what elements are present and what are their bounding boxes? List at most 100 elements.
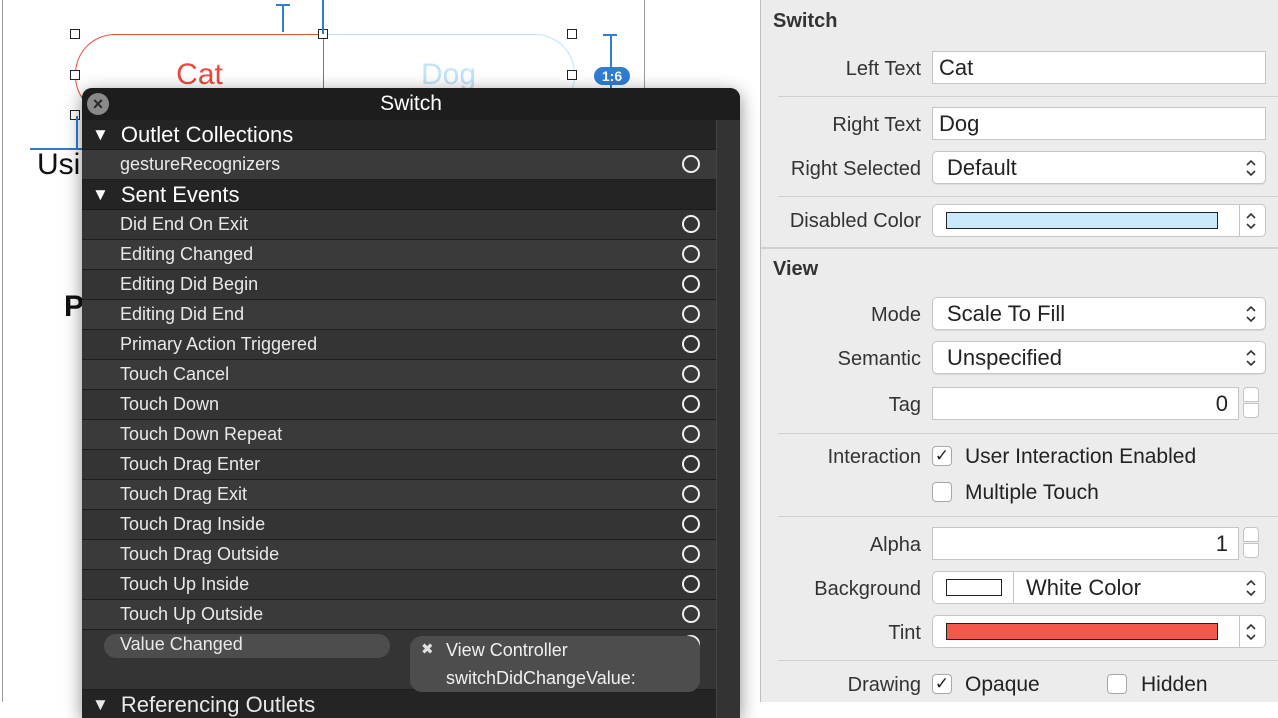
event-row[interactable]: Editing Did End — [82, 300, 716, 330]
section-title-switch: Switch — [773, 10, 838, 32]
right-text-field[interactable]: Dog — [932, 107, 1266, 140]
semantic-label: Semantic — [837, 348, 921, 370]
resize-handle-left[interactable] — [70, 70, 80, 80]
section-sent-events[interactable]: ▼ Sent Events — [82, 180, 716, 210]
connection-circle-icon[interactable] — [682, 545, 700, 563]
stepper-down-icon[interactable] — [1243, 543, 1259, 558]
tint-color-swatch — [946, 623, 1218, 640]
multiple-touch-checkbox[interactable] — [932, 482, 952, 502]
event-row[interactable]: Touch Drag Enter — [82, 450, 716, 480]
event-label: Value Changed — [120, 634, 243, 654]
connection-circle-icon[interactable] — [682, 455, 700, 473]
event-row[interactable]: Touch Drag Outside — [82, 540, 716, 570]
resize-handle-top-left[interactable] — [70, 29, 80, 39]
connection-circle-icon[interactable] — [682, 155, 700, 173]
hidden-checkbox[interactable] — [1107, 674, 1127, 694]
event-row[interactable]: Touch Up Outside — [82, 600, 716, 630]
connection-target: View Controller — [446, 640, 568, 660]
event-row[interactable]: Touch Down — [82, 390, 716, 420]
close-icon[interactable]: × — [87, 93, 109, 115]
resize-handle-bottom-left[interactable] — [70, 110, 80, 120]
constraint-top[interactable] — [282, 4, 284, 32]
connection-circle-icon[interactable] — [682, 245, 700, 263]
connection-circle-icon[interactable] — [682, 275, 700, 293]
checkmark-icon: ✓ — [934, 674, 950, 693]
mode-popup[interactable]: Scale To Fill — [932, 297, 1266, 330]
connection-circle-icon[interactable] — [682, 335, 700, 353]
alpha-label: Alpha — [869, 534, 921, 556]
right-selected-value: Default — [947, 154, 1017, 180]
center-guide — [322, 0, 324, 34]
event-row[interactable]: Touch Up Inside — [82, 570, 716, 600]
canvas-left-edge — [2, 0, 3, 702]
divider — [778, 433, 1278, 434]
disabled-color-well[interactable] — [932, 204, 1266, 237]
stepper-down-icon[interactable] — [1243, 403, 1259, 418]
event-row[interactable]: Touch Drag Inside — [82, 510, 716, 540]
connection-circle-icon[interactable] — [682, 365, 700, 383]
section-label: Referencing Outlets — [120, 692, 316, 717]
tag-label: Tag — [888, 394, 921, 416]
user-interaction-checkbox[interactable]: ✓ — [932, 446, 952, 466]
tag-stepper[interactable] — [1241, 387, 1261, 420]
disclosure-triangle-icon[interactable]: ▼ — [92, 125, 109, 145]
event-label: Touch Down Repeat — [120, 424, 283, 444]
semantic-popup[interactable]: Unspecified — [932, 341, 1266, 374]
connection-circle-icon[interactable] — [682, 425, 700, 443]
up-down-chevron-icon — [1246, 212, 1256, 230]
section-outlet-collections[interactable]: ▼ Outlet Collections — [82, 120, 716, 150]
connection-circle-icon[interactable] — [682, 215, 700, 233]
resize-handle-right[interactable] — [567, 70, 577, 80]
section-title-view: View — [773, 258, 819, 280]
remove-connection-icon[interactable]: ✖ — [421, 640, 434, 658]
connection-circle-icon[interactable] — [682, 515, 700, 533]
canvas-label-programmatic: P — [64, 290, 85, 323]
constraint-height-cap-top — [603, 34, 617, 36]
checkmark-icon: ✓ — [934, 446, 950, 465]
outlet-row[interactable]: gestureRecognizers — [82, 150, 716, 180]
event-row[interactable]: Touch Down Repeat — [82, 420, 716, 450]
background-color-name: White Color — [1026, 575, 1141, 600]
stepper-up-icon[interactable] — [1243, 527, 1259, 542]
right-selected-popup[interactable]: Default — [932, 151, 1266, 184]
connection-circle-icon[interactable] — [682, 395, 700, 413]
opaque-label: Opaque — [965, 673, 1040, 696]
event-label: Touch Drag Inside — [120, 514, 266, 534]
event-label: Touch Drag Exit — [120, 484, 248, 504]
connections-popover[interactable]: × Switch ▼ Outlet Collections gestureRec… — [82, 88, 740, 718]
event-row[interactable]: Primary Action Triggered — [82, 330, 716, 360]
event-row[interactable]: Did End On Exit — [82, 210, 716, 240]
opaque-checkbox[interactable]: ✓ — [932, 674, 952, 694]
up-down-chevron-icon — [1246, 623, 1256, 641]
event-row[interactable]: Touch Drag Exit — [82, 480, 716, 510]
section-referencing-outlets[interactable]: ▼ Referencing Outlets — [82, 690, 716, 718]
up-down-chevron-icon — [1246, 579, 1256, 597]
tag-field[interactable]: 0 — [932, 387, 1239, 420]
up-down-chevron-icon — [1246, 159, 1256, 177]
connection-circle-icon[interactable] — [682, 575, 700, 593]
disclosure-triangle-icon[interactable]: ▼ — [92, 185, 109, 205]
popover-title: Switch — [380, 92, 442, 115]
stepper-up-icon[interactable] — [1243, 387, 1259, 402]
color-well-separator — [1239, 205, 1240, 236]
tint-color-well[interactable] — [932, 615, 1266, 648]
alpha-stepper[interactable] — [1241, 527, 1261, 560]
aspect-ratio-badge[interactable]: 1:6 — [594, 67, 630, 85]
connection-circle-icon[interactable] — [682, 305, 700, 323]
popover-scrollbar[interactable] — [716, 120, 740, 718]
right-text-label: Right Text — [832, 114, 921, 136]
connection-circle-icon[interactable] — [682, 485, 700, 503]
connection-circle-icon[interactable] — [682, 605, 700, 623]
disclosure-triangle-icon[interactable]: ▼ — [92, 695, 109, 715]
event-row[interactable]: Editing Changed — [82, 240, 716, 270]
left-text-field[interactable]: Cat — [932, 51, 1266, 84]
background-color-popup[interactable]: White Color — [932, 571, 1266, 604]
alpha-field[interactable]: 1 — [932, 527, 1239, 560]
connection-action: switchDidChangeValue: — [446, 668, 636, 688]
event-label: Touch Drag Enter — [120, 454, 261, 474]
right-selected-label: Right Selected — [790, 158, 921, 180]
resize-handle-top-right[interactable] — [567, 29, 577, 39]
event-row[interactable]: Touch Cancel — [82, 360, 716, 390]
drawing-label: Drawing — [847, 674, 921, 696]
event-row[interactable]: Editing Did Begin — [82, 270, 716, 300]
